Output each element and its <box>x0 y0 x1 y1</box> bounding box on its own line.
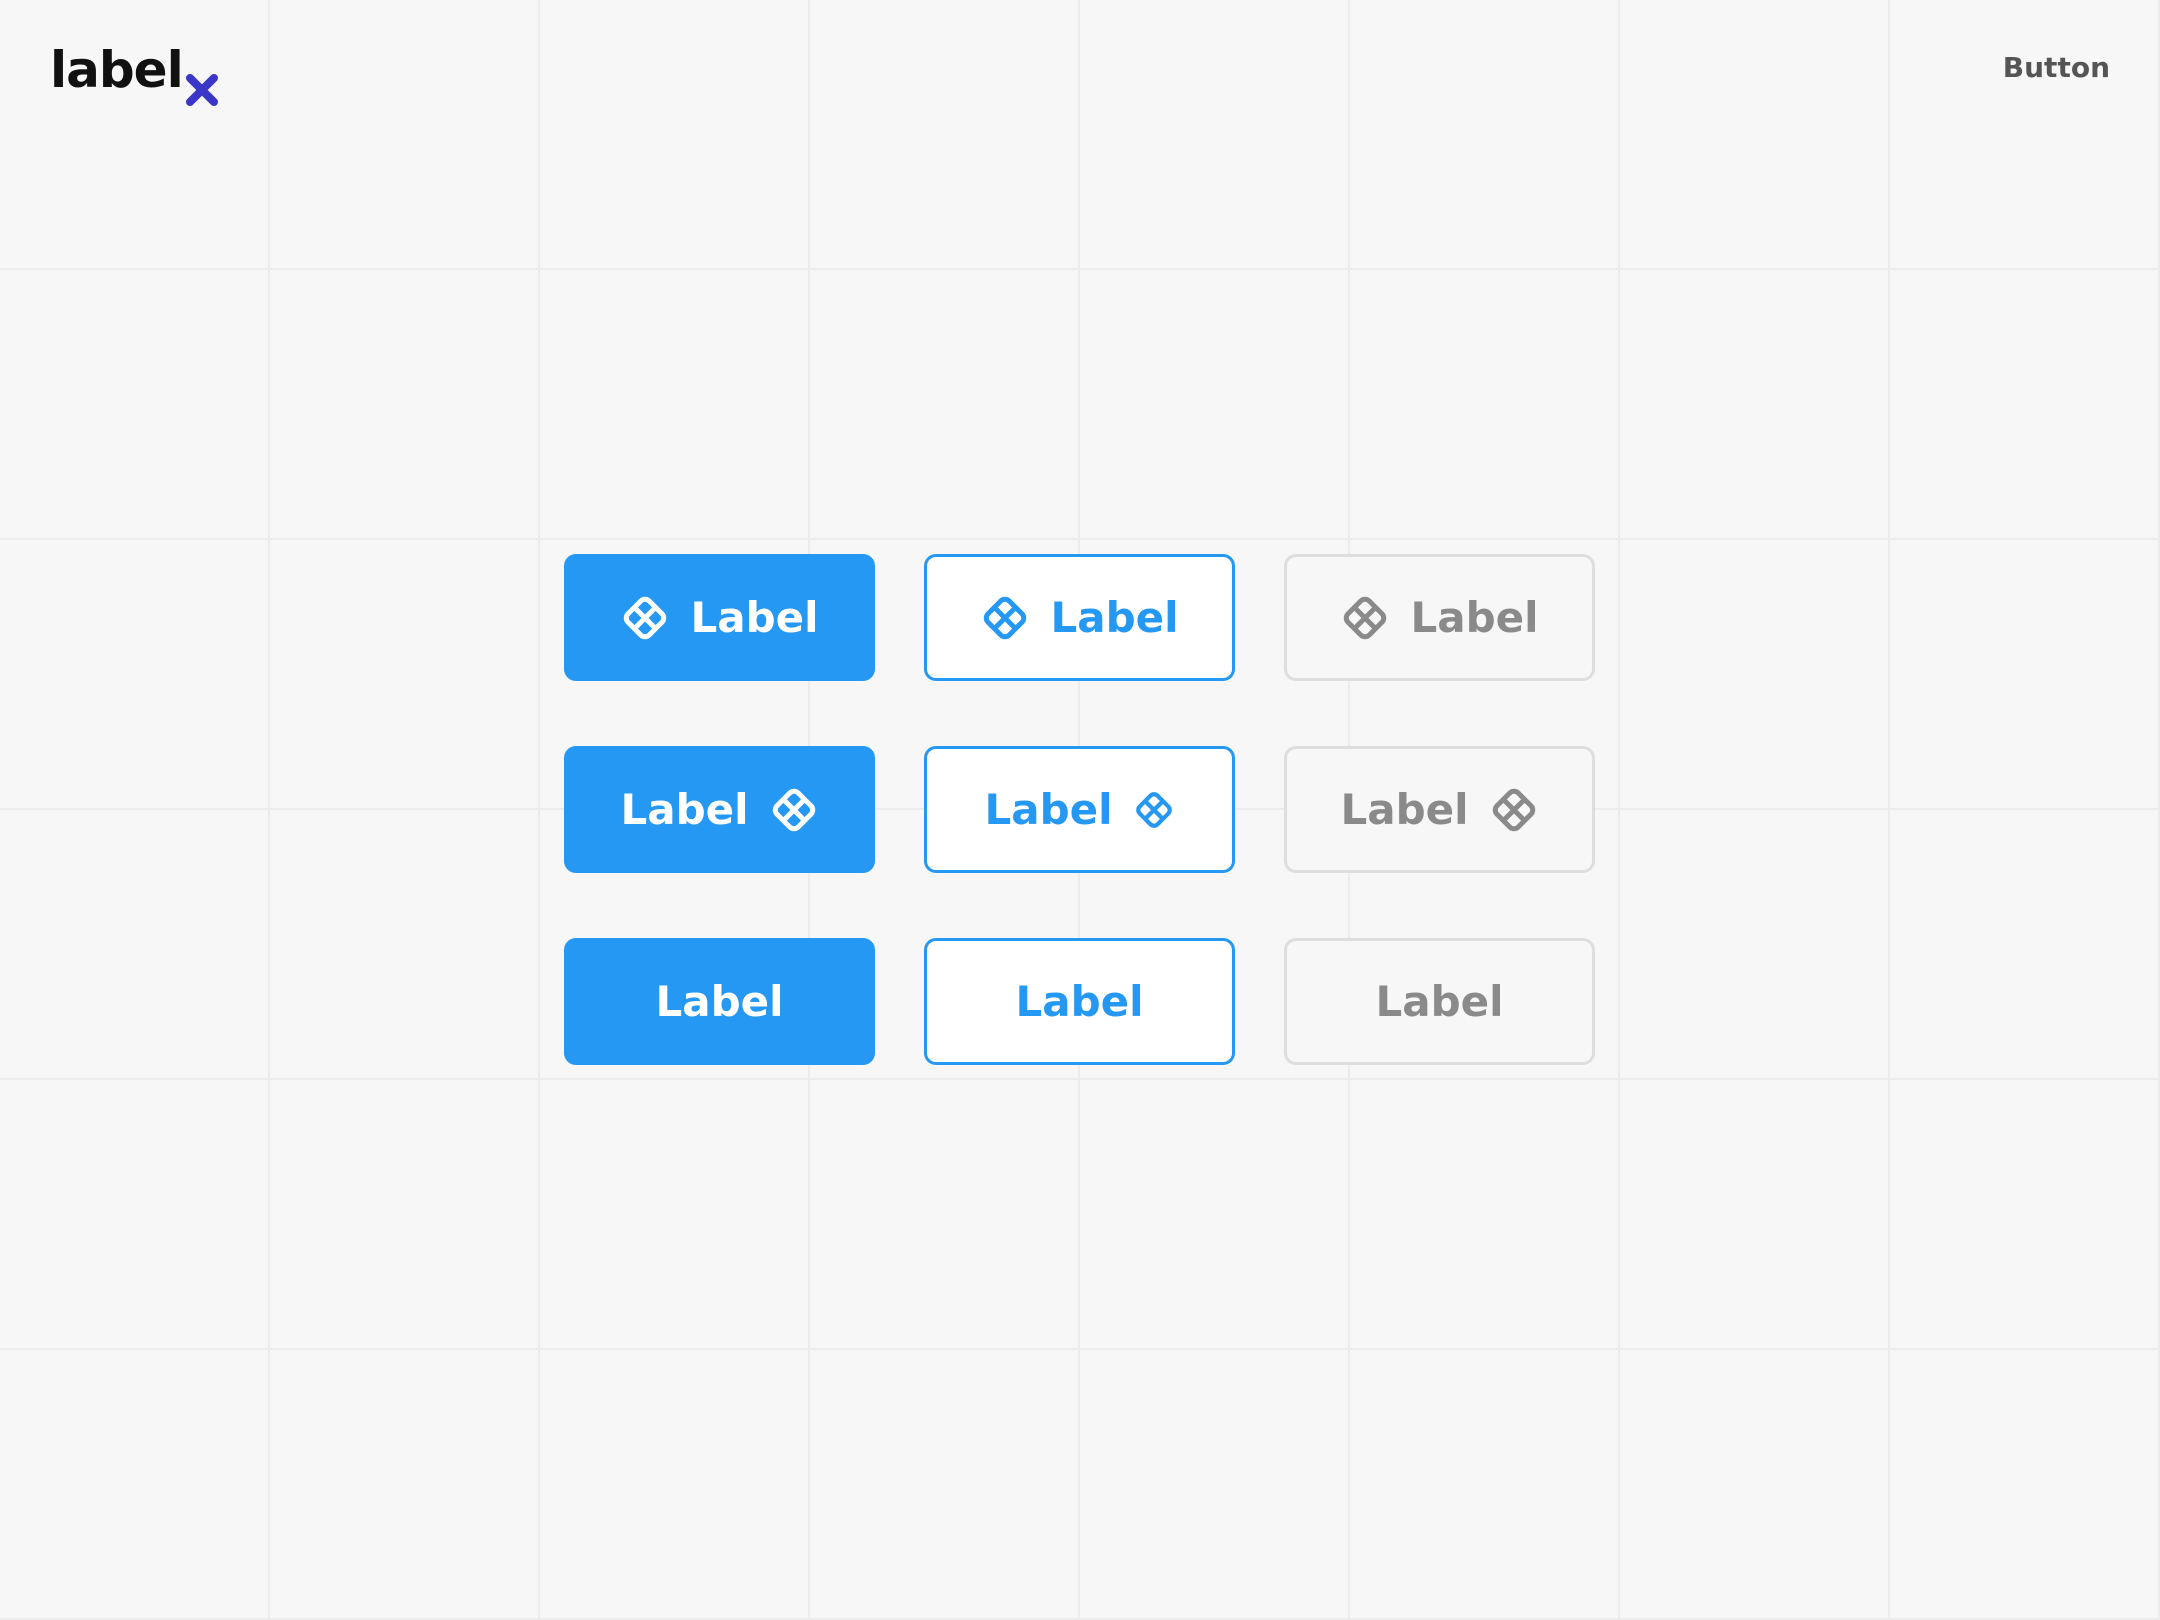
filled-button-icon-right[interactable]: Label <box>564 746 875 873</box>
component-icon <box>1340 593 1390 643</box>
component-icon <box>620 593 670 643</box>
button-label: Label <box>1340 785 1469 834</box>
page-title: Button <box>2002 51 2110 84</box>
button-grid: Label Label Label Label Label Label Labe… <box>564 554 1595 1065</box>
component-icon <box>980 593 1030 643</box>
outline-button[interactable]: Label <box>924 938 1235 1065</box>
component-icon <box>1489 785 1539 835</box>
button-label: Label <box>1410 593 1539 642</box>
component-icon <box>769 785 819 835</box>
ghost-button-icon-right[interactable]: Label <box>1284 746 1595 873</box>
ghost-button[interactable]: Label <box>1284 938 1595 1065</box>
button-label: Label <box>620 785 749 834</box>
button-label: Label <box>1015 977 1144 1026</box>
button-label: Label <box>655 977 784 1026</box>
button-label: Label <box>984 785 1113 834</box>
brand-name: label <box>50 41 184 99</box>
filled-button[interactable]: Label <box>564 938 875 1065</box>
brand-logo: label <box>50 40 219 106</box>
button-label: Label <box>1375 977 1504 1026</box>
outline-button-icon-left[interactable]: Label <box>924 554 1235 681</box>
button-label: Label <box>690 593 819 642</box>
ghost-button-icon-left[interactable]: Label <box>1284 554 1595 681</box>
button-label: Label <box>1050 593 1179 642</box>
filled-button-icon-left[interactable]: Label <box>564 554 875 681</box>
component-icon <box>1133 789 1175 831</box>
outline-button-icon-right[interactable]: Label <box>924 746 1235 873</box>
x-mark-icon <box>185 60 219 106</box>
